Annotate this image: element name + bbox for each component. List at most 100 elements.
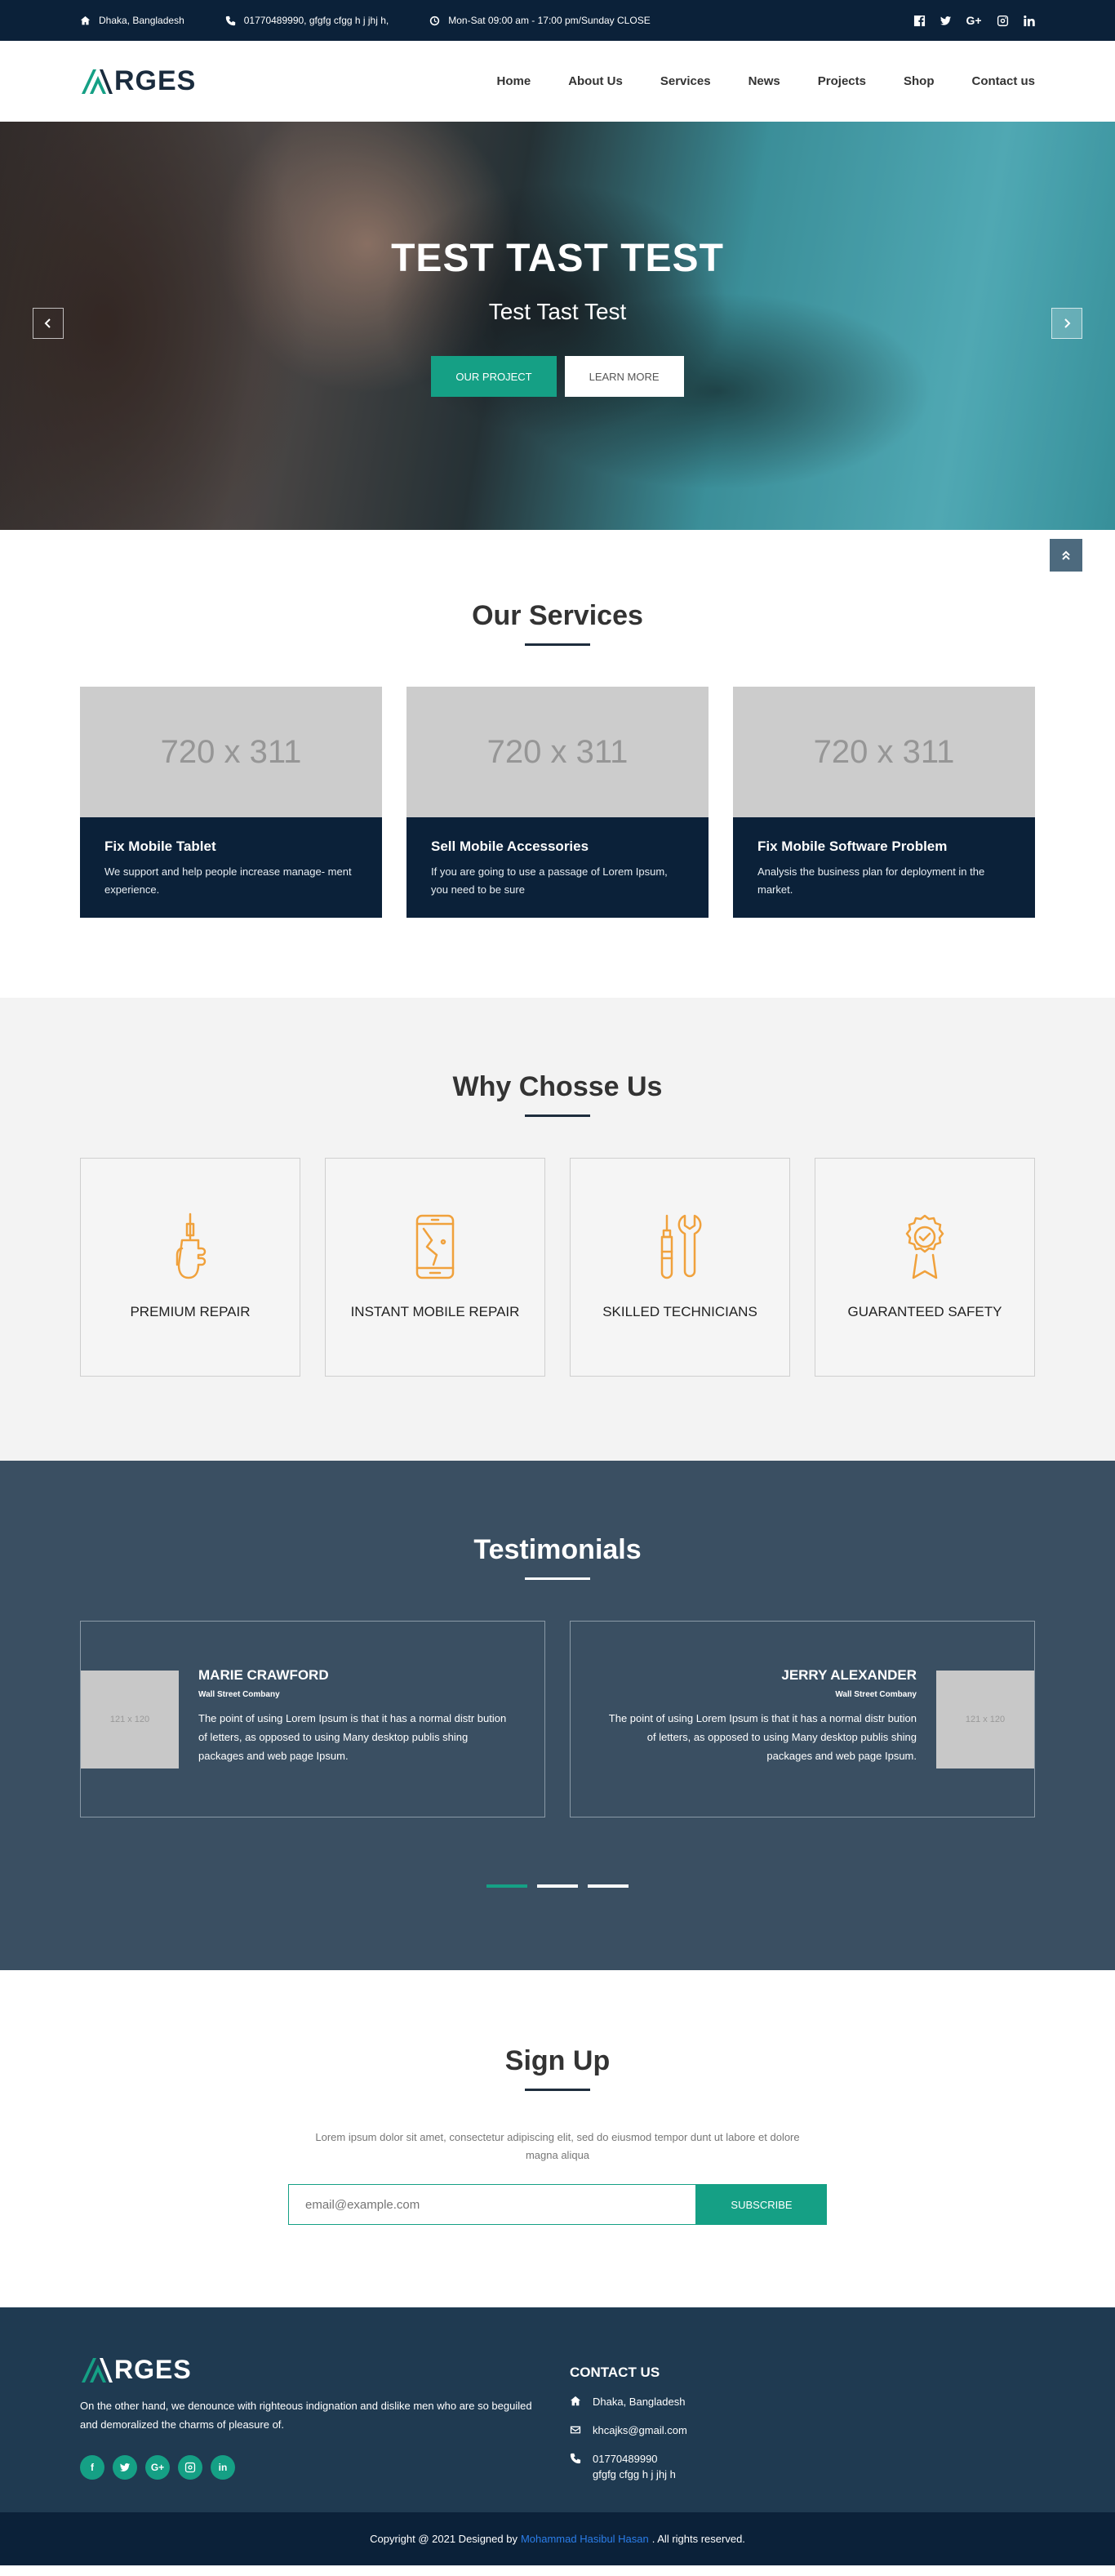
contact-address: Dhaka, Bangladesh — [570, 2394, 687, 2409]
carousel-dots — [80, 1884, 1035, 1888]
service-card[interactable]: 720 x 311 Sell Mobile Accessories If you… — [406, 687, 709, 918]
testimonial-name: MARIE CRAWFORD — [198, 1667, 329, 1683]
testimonial-text: MARIE CRAWFORD Wall Street Combany The p… — [198, 1667, 509, 1765]
chevron-left-icon — [44, 318, 51, 328]
footer-logo-text: RGES — [114, 2355, 192, 2384]
contact-email-text[interactable]: khcajks@gmail.com — [593, 2423, 687, 2438]
copyright-bar: Copyright @ 2021 Designed by Mohammad Ha… — [0, 2512, 1115, 2565]
linkedin-icon[interactable]: in — [211, 2455, 235, 2480]
avatar: 121 x 120 — [81, 1671, 179, 1768]
service-body: Fix Mobile Software Problem Analysis the… — [733, 817, 1035, 918]
google-plus-icon[interactable]: G+ — [965, 14, 983, 27]
service-title: Sell Mobile Accessories — [431, 839, 589, 854]
broken-phone-icon — [415, 1214, 455, 1279]
nav-shop[interactable]: Shop — [904, 74, 935, 88]
testimonials-section: Testimonials 121 x 120 MARIE CRAWFORD Wa… — [0, 1461, 1115, 1970]
facebook-icon[interactable] — [913, 14, 926, 27]
service-card[interactable]: 720 x 311 Fix Mobile Software Problem An… — [733, 687, 1035, 918]
why-grid: PREMIUM REPAIR INSTANT MOBILE REPAIR SKI… — [80, 1158, 1035, 1377]
why-choose-section: Why Chosse Us PREMIUM REPAIR INSTANT MOB… — [0, 998, 1115, 1461]
services-section: Our Services 720 x 311 Fix Mobile Tablet… — [0, 530, 1115, 918]
slider-prev-button[interactable] — [33, 308, 64, 339]
subscribe-button[interactable]: SUBSCRIBE — [696, 2184, 827, 2225]
linkedin-icon[interactable] — [1022, 14, 1035, 27]
service-body: Sell Mobile Accessories If you are going… — [406, 817, 709, 918]
logo-mark-icon — [82, 69, 113, 94]
nav-news[interactable]: News — [749, 74, 780, 88]
topbar-hours: Mon-Sat 09:00 am - 17:00 pm/Sunday CLOSE — [429, 15, 651, 26]
contact-address-text: Dhaka, Bangladesh — [593, 2396, 686, 2408]
carousel-dot-3[interactable] — [588, 1884, 629, 1888]
facebook-icon[interactable]: f — [80, 2455, 104, 2480]
google-plus-icon[interactable]: G+ — [145, 2455, 170, 2480]
service-text: Analysis the business plan for deploymen… — [757, 865, 985, 896]
contact-phone-text: 01770489990 — [593, 2453, 658, 2465]
badge-icon — [905, 1214, 944, 1279]
phone-icon — [225, 16, 235, 25]
signup-description: Lorem ipsum dolor sit amet, consectetur … — [315, 2131, 800, 2161]
scroll-to-top-button[interactable] — [1050, 539, 1082, 572]
feature-label: GUARANTEED SAFETY — [847, 1304, 1002, 1319]
service-card[interactable]: 720 x 311 Fix Mobile Tablet We support a… — [80, 687, 382, 918]
envelope-icon — [570, 2426, 581, 2434]
carousel-dot-1[interactable] — [486, 1884, 527, 1888]
footer-logo[interactable]: RGES — [80, 2355, 537, 2385]
testimonial-card: 121 x 120 MARIE CRAWFORD Wall Street Com… — [80, 1621, 545, 1817]
testimonial-name: JERRY ALEXANDER — [781, 1667, 917, 1683]
feature-card: GUARANTEED SAFETY — [815, 1158, 1035, 1377]
service-image-placeholder: 720 x 311 — [733, 687, 1035, 817]
service-title: Fix Mobile Tablet — [104, 839, 216, 854]
carousel-dot-2[interactable] — [537, 1884, 578, 1888]
testimonial-quote: The point of using Lorem Ipsum is that i… — [608, 1712, 917, 1762]
email-input[interactable] — [288, 2184, 696, 2225]
contact-phone-block: 01770489990 gfgfg cfgg h j jhj h — [593, 2451, 676, 2482]
tools-icon — [660, 1214, 702, 1279]
signup-section: Sign Up Lorem ipsum dolor sit amet, cons… — [0, 1970, 1115, 2307]
home-icon — [570, 2396, 581, 2406]
footer-contact: CONTACT US Dhaka, Bangladesh khcajks@gma… — [570, 2355, 687, 2482]
testimonial-quote: The point of using Lorem Ipsum is that i… — [198, 1712, 507, 1762]
topbar-hours-text: Mon-Sat 09:00 am - 17:00 pm/Sunday CLOSE — [448, 15, 651, 26]
service-image-placeholder: 720 x 311 — [80, 687, 382, 817]
testimonial-text: JERRY ALEXANDER Wall Street Combany The … — [606, 1667, 917, 1765]
nav-home[interactable]: Home — [497, 74, 531, 88]
home-icon — [80, 16, 91, 24]
feature-label: INSTANT MOBILE REPAIR — [350, 1304, 520, 1319]
title-underline — [525, 1577, 590, 1580]
nav-projects[interactable]: Projects — [818, 74, 866, 88]
screwdriver-hand-icon — [175, 1212, 207, 1279]
site-logo[interactable]: RGES — [80, 65, 196, 97]
feature-card: PREMIUM REPAIR — [80, 1158, 300, 1377]
service-text: We support and help people increase mana… — [104, 865, 352, 896]
twitter-icon[interactable] — [113, 2455, 137, 2480]
instagram-icon[interactable] — [178, 2455, 202, 2480]
topbar-phone-text: 01770489990, gfgfg cfgg h j jhj h, — [243, 15, 389, 26]
top-bar: Dhaka, Bangladesh 01770489990, gfgfg cfg… — [0, 0, 1115, 41]
nav-services[interactable]: Services — [660, 74, 711, 88]
main-menu: Home About Us Services News Projects Sho… — [497, 74, 1036, 88]
hero-title: TEST TAST TEST — [391, 237, 724, 280]
service-title: Fix Mobile Software Problem — [757, 839, 948, 854]
our-project-button[interactable]: OUR PROJECT — [431, 356, 557, 397]
topbar-social: G+ — [913, 14, 1035, 27]
title-underline — [525, 1114, 590, 1117]
service-image-placeholder: 720 x 311 — [406, 687, 709, 817]
services-grid: 720 x 311 Fix Mobile Tablet We support a… — [80, 687, 1035, 918]
subscribe-form: SUBSCRIBE — [80, 2184, 1035, 2225]
contact-phone-extra: gfgfg cfgg h j jhj h — [593, 2468, 676, 2480]
contact-phone: 01770489990 gfgfg cfgg h j jhj h — [570, 2451, 687, 2482]
title-underline — [525, 643, 590, 646]
nav-about[interactable]: About Us — [568, 74, 623, 88]
nav-contact[interactable]: Contact us — [971, 74, 1035, 88]
instagram-icon[interactable] — [996, 14, 1009, 27]
designer-link[interactable]: Mohammad Hasibul Hasan — [521, 2533, 649, 2545]
testimonial-company: Wall Street Combany — [198, 1690, 280, 1699]
twitter-icon[interactable] — [939, 14, 952, 27]
footer-social: f G+ in — [80, 2455, 537, 2480]
learn-more-button[interactable]: LEARN MORE — [564, 356, 684, 397]
slider-next-button[interactable] — [1051, 308, 1082, 339]
contact-title: CONTACT US — [570, 2365, 660, 2380]
topbar-address-text: Dhaka, Bangladesh — [99, 15, 184, 26]
chevron-right-icon — [1064, 318, 1071, 328]
hero-content: TEST TAST TEST Test Tast Test OUR PROJEC… — [0, 236, 1115, 397]
